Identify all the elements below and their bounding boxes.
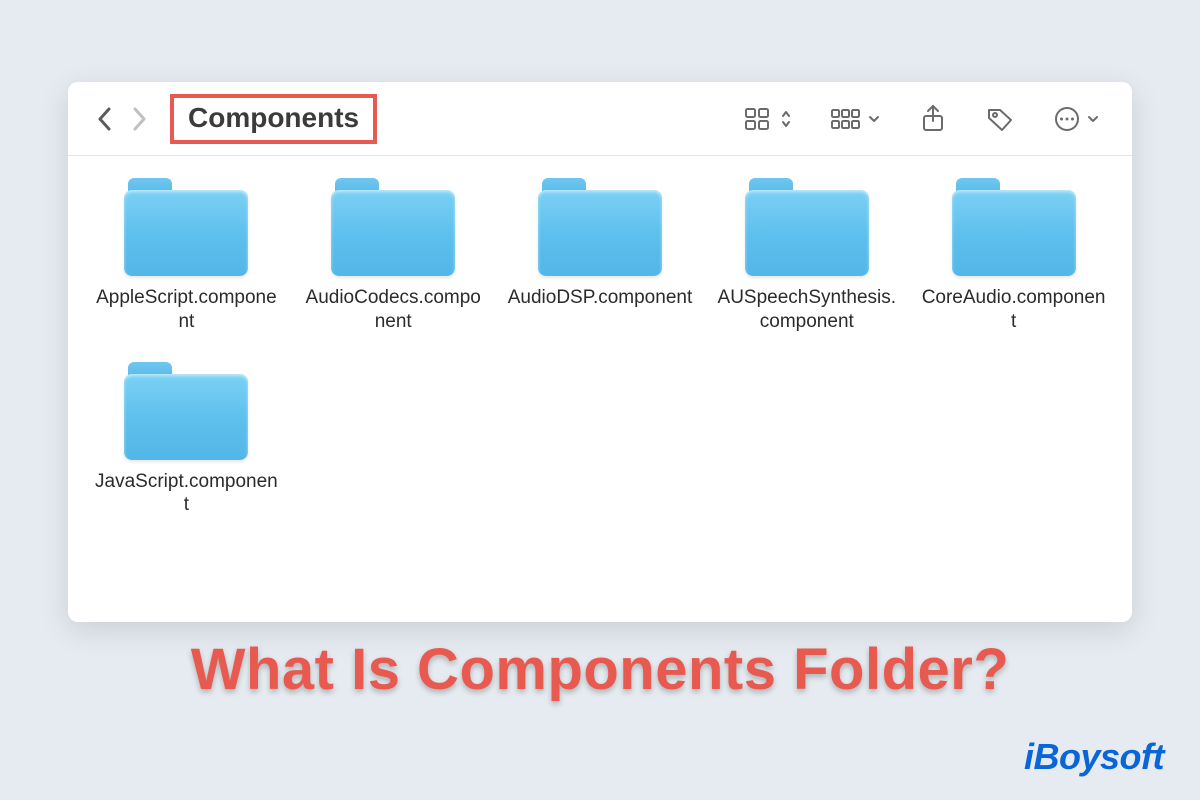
tags-button[interactable] bbox=[977, 101, 1023, 137]
folder-item[interactable]: AppleScript.component bbox=[94, 178, 279, 334]
folder-label: AUSpeechSynthesis.component bbox=[714, 286, 899, 334]
folder-icon bbox=[124, 178, 248, 276]
folder-item[interactable]: AudioDSP.component bbox=[508, 178, 693, 334]
folder-item[interactable]: CoreAudio.component bbox=[921, 178, 1106, 334]
back-button[interactable] bbox=[88, 102, 122, 136]
folder-icon bbox=[745, 178, 869, 276]
folder-label: AudioDSP.component bbox=[508, 286, 693, 310]
folder-item[interactable]: AudioCodecs.component bbox=[301, 178, 486, 334]
folder-label: AudioCodecs.component bbox=[301, 286, 486, 334]
folder-item[interactable]: AUSpeechSynthesis.component bbox=[714, 178, 899, 334]
file-grid: AppleScript.component AudioCodecs.compon… bbox=[68, 156, 1132, 539]
more-button[interactable] bbox=[1045, 101, 1108, 137]
finder-window: Components bbox=[68, 82, 1132, 622]
view-mode-button[interactable] bbox=[736, 101, 800, 137]
folder-label: JavaScript.component bbox=[94, 470, 279, 518]
forward-button[interactable] bbox=[122, 102, 156, 136]
folder-label: CoreAudio.component bbox=[921, 286, 1106, 334]
overlay-caption: What Is Components Folder? bbox=[0, 636, 1200, 703]
finder-toolbar: Components bbox=[68, 82, 1132, 156]
folder-label: AppleScript.component bbox=[94, 286, 279, 334]
group-button[interactable] bbox=[822, 101, 889, 137]
folder-title: Components bbox=[188, 102, 359, 134]
folder-title-highlight: Components bbox=[170, 94, 377, 144]
watermark: iBoysoft bbox=[1024, 736, 1164, 778]
folder-item[interactable]: JavaScript.component bbox=[94, 362, 279, 518]
folder-icon bbox=[952, 178, 1076, 276]
folder-icon bbox=[331, 178, 455, 276]
folder-icon bbox=[124, 362, 248, 460]
share-button[interactable] bbox=[911, 101, 955, 137]
folder-icon bbox=[538, 178, 662, 276]
